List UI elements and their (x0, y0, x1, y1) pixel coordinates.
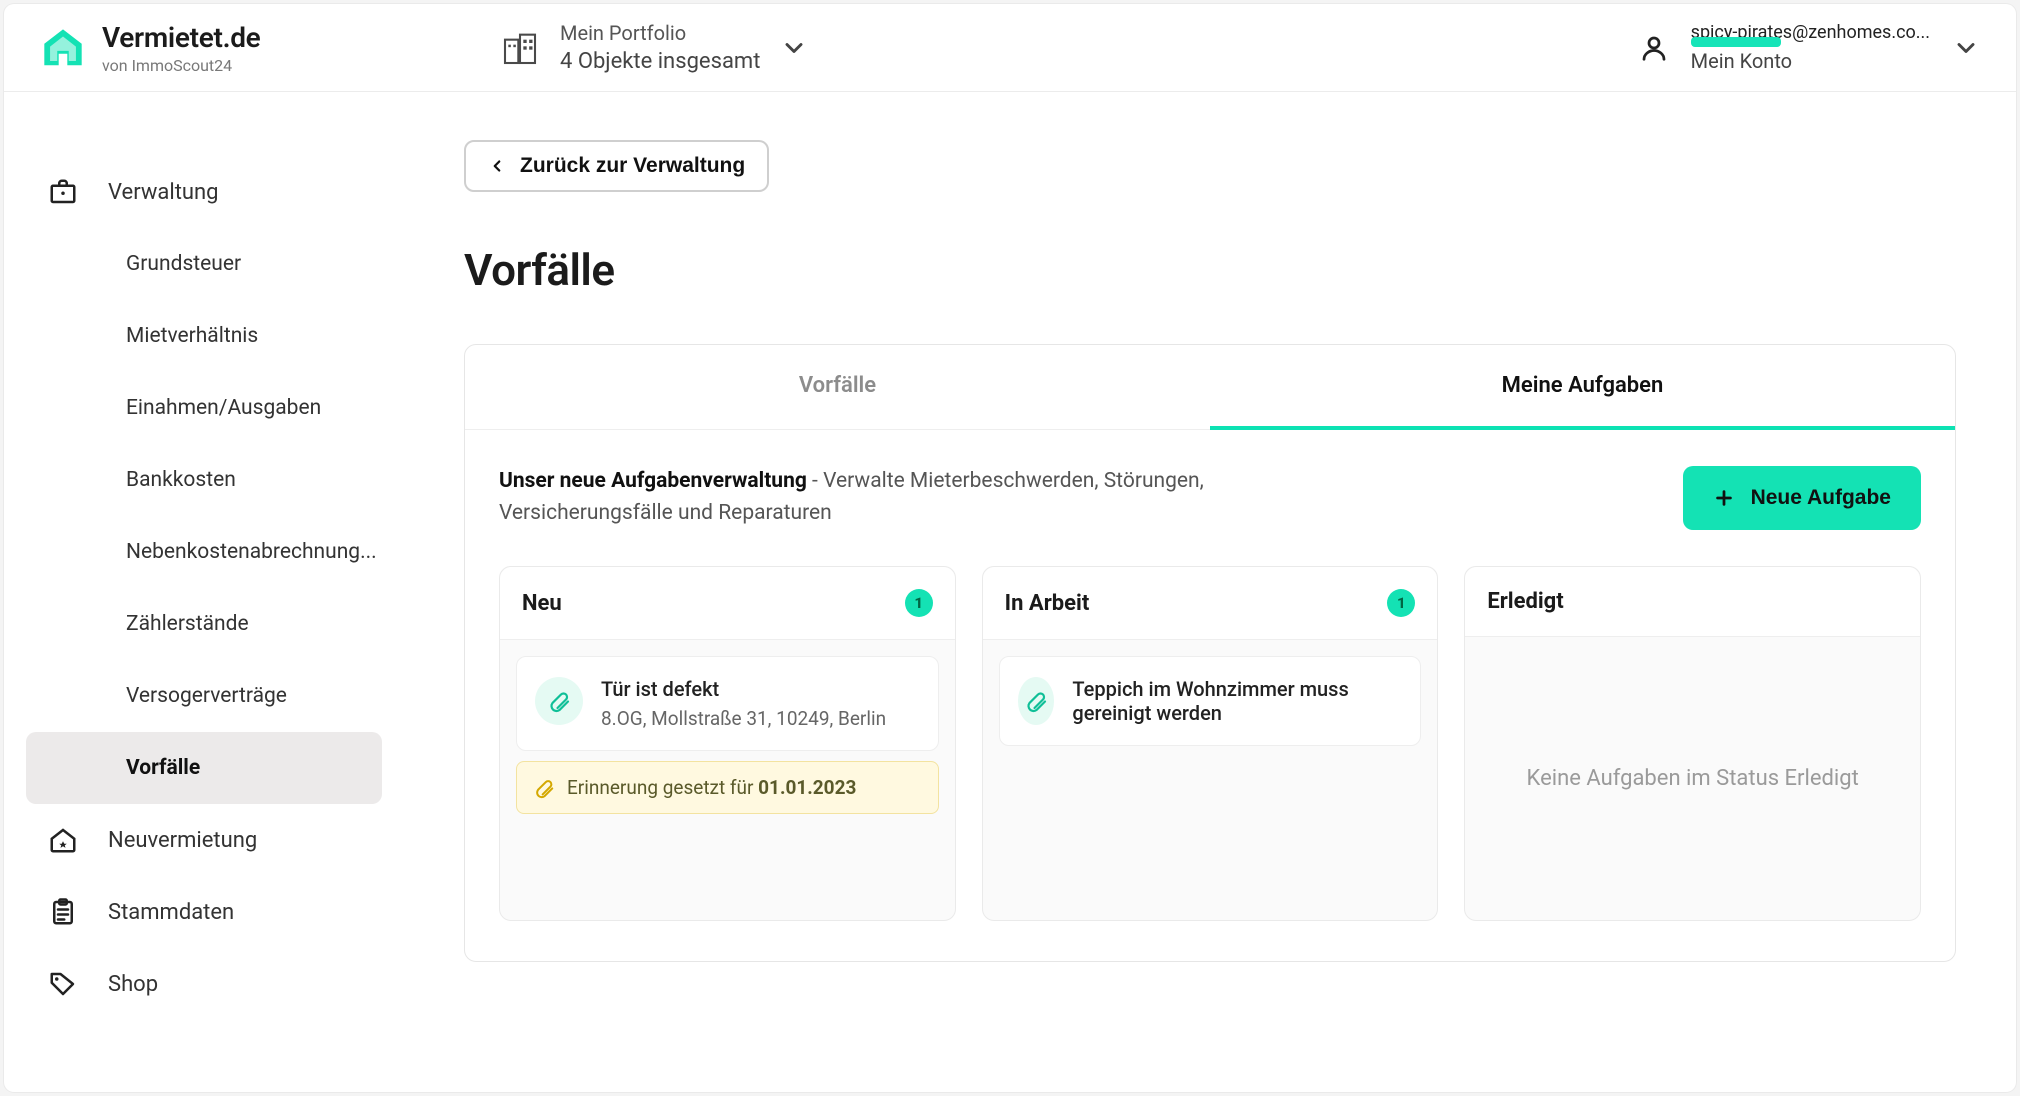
tab-meine-aufgaben[interactable]: Meine Aufgaben (1210, 345, 1955, 430)
column-count-badge: 1 (1387, 589, 1415, 617)
briefcase-icon (48, 177, 78, 207)
sidebar-item-label: Mietverhältnis (126, 324, 258, 348)
account-label: Mein Konto (1691, 49, 1930, 73)
sidebar-item-neuvermietung[interactable]: Neuvermietung (26, 804, 382, 876)
sidebar-item-label: Shop (108, 972, 158, 997)
sidebar-item-nebenkostenabrechnung[interactable]: Nebenkostenabrechnung... (26, 516, 382, 588)
kanban-columns: Neu 1 Tür (465, 540, 1955, 961)
brand-title: Vermietet.de (102, 21, 260, 54)
attachment-icon (535, 677, 583, 725)
sidebar-item-mietverhaeltnis[interactable]: Mietverhältnis (26, 300, 382, 372)
page-title: Vorfälle (464, 244, 1956, 296)
portfolio-subtitle: 4 Objekte insgesamt (560, 49, 760, 74)
plus-icon (1713, 487, 1735, 509)
sidebar-item-einahmen-ausgaben[interactable]: Einahmen/Ausgaben (26, 372, 382, 444)
new-task-button[interactable]: Neue Aufgabe (1683, 466, 1921, 530)
task-card[interactable]: Teppich im Wohnzimmer muss gereinigt wer… (999, 656, 1422, 746)
sidebar-item-shop[interactable]: Shop (26, 948, 382, 1020)
clipboard-icon (48, 897, 78, 927)
sidebar-item-vorfaelle[interactable]: Vorfälle (26, 732, 382, 804)
chevron-down-icon (780, 34, 808, 62)
column-in-arbeit: In Arbeit 1 Teppich im Wohnzimmer muss (982, 566, 1439, 921)
back-button[interactable]: Zurück zur Verwaltung (464, 140, 769, 192)
sidebar-item-label: Bankkosten (126, 468, 236, 492)
sidebar-item-label: Stammdaten (108, 900, 234, 925)
app-header: Vermietet.de von ImmoScout24 Mein Portfo… (4, 4, 2016, 92)
sidebar-item-label: Vorfälle (126, 756, 200, 780)
user-icon (1639, 33, 1669, 63)
task-card[interactable]: Tür ist defekt 8.OG, Mollstraße 31, 1024… (516, 656, 939, 751)
tabs: Vorfälle Meine Aufgaben (465, 345, 1955, 430)
reminder-bar: Erinnerung gesetzt für 01.01.2023 (516, 761, 939, 814)
column-title: Neu (522, 591, 562, 616)
brand-logo-icon (40, 25, 86, 71)
tab-label: Vorfälle (799, 373, 876, 398)
column-neu: Neu 1 Tür (499, 566, 956, 921)
account-menu[interactable]: spicy-pirates@zenhomes.co... Mein Konto (1639, 22, 1980, 73)
column-count-badge: 1 (905, 589, 933, 617)
panel-description-bold: Unser neue Aufgabenverwaltung (499, 469, 807, 493)
column-erledigt: Erledigt Keine Aufgaben im Status Erledi… (1464, 566, 1921, 921)
task-title: Teppich im Wohnzimmer muss gereinigt wer… (1072, 677, 1402, 725)
reminder-text: Erinnerung gesetzt für 01.01.2023 (567, 776, 856, 799)
sidebar-item-label: Einahmen/Ausgaben (126, 396, 321, 420)
sidebar-item-label: Zählerstände (126, 612, 249, 636)
tab-vorfaelle[interactable]: Vorfälle (465, 345, 1210, 429)
sidebar-item-grundsteuer[interactable]: Grundsteuer (26, 228, 382, 300)
task-title: Tür ist defekt (601, 677, 886, 701)
new-task-button-label: Neue Aufgabe (1751, 486, 1891, 510)
sidebar-item-label: Versogerverträge (126, 684, 287, 708)
sidebar-item-label: Neuvermietung (108, 828, 257, 853)
back-button-label: Zurück zur Verwaltung (520, 154, 745, 178)
chevron-down-icon (1952, 34, 1980, 62)
panel-description: Unser neue Aufgabenverwaltung - Verwalte… (499, 466, 1259, 529)
column-title: In Arbeit (1005, 591, 1090, 616)
chevron-left-icon (488, 157, 506, 175)
brand-subtitle: von ImmoScout24 (102, 56, 260, 75)
column-empty-text: Keine Aufgaben im Status Erledigt (1465, 637, 1920, 920)
main-content: Zurück zur Verwaltung Vorfälle Vorfälle … (404, 92, 2016, 1092)
sidebar-item-bankkosten[interactable]: Bankkosten (26, 444, 382, 516)
column-title: Erledigt (1487, 589, 1563, 614)
task-address: 8.OG, Mollstraße 31, 10249, Berlin (601, 707, 886, 730)
sidebar-item-label: Verwaltung (108, 180, 219, 205)
portfolio-title: Mein Portfolio (560, 21, 760, 45)
brand[interactable]: Vermietet.de von ImmoScout24 (40, 21, 440, 75)
sidebar-item-versorgervertraege[interactable]: Versogerverträge (26, 660, 382, 732)
buildings-icon (500, 28, 540, 68)
sidebar-item-label: Nebenkostenabrechnung... (126, 540, 377, 564)
tag-icon (48, 969, 78, 999)
sidebar-item-label: Grundsteuer (126, 252, 241, 276)
tab-label: Meine Aufgaben (1502, 373, 1664, 398)
sidebar-item-stammdaten[interactable]: Stammdaten (26, 876, 382, 948)
house-star-icon (48, 825, 78, 855)
account-email: spicy-pirates@zenhomes.co... (1691, 22, 1930, 43)
sidebar-item-verwaltung[interactable]: Verwaltung (26, 156, 382, 228)
highlight-marker (1691, 37, 1781, 47)
tasks-panel: Vorfälle Meine Aufgaben Unser neue Aufga… (464, 344, 1956, 962)
sidebar-item-zaehlerstaende[interactable]: Zählerstände (26, 588, 382, 660)
sidebar: Verwaltung Grundsteuer Mietverhältnis Ei… (4, 92, 404, 1092)
attachment-icon (533, 777, 555, 799)
portfolio-selector[interactable]: Mein Portfolio 4 Objekte insgesamt (500, 21, 808, 74)
attachment-icon (1018, 677, 1055, 725)
